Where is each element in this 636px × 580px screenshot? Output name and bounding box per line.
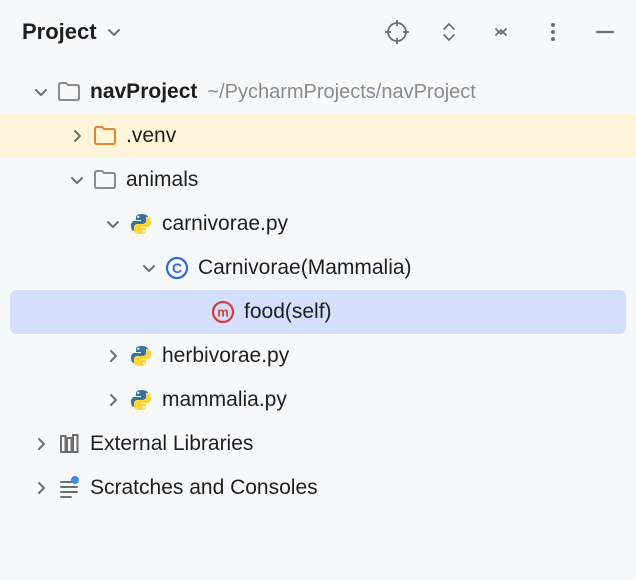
- select-opened-file-button[interactable]: [384, 19, 410, 45]
- options-button[interactable]: [540, 19, 566, 45]
- tree-node-external-libraries[interactable]: External Libraries: [0, 422, 636, 466]
- node-label: mammalia.py: [162, 388, 287, 412]
- view-selector[interactable]: Project: [22, 19, 129, 45]
- chevron-right-icon[interactable]: [66, 125, 88, 147]
- view-title: Project: [22, 19, 97, 45]
- path-hint: ~/PycharmProjects/navProject: [207, 81, 475, 104]
- scratches-icon: [56, 475, 82, 501]
- project-tree[interactable]: navProject ~/PycharmProjects/navProject …: [0, 64, 636, 520]
- node-label: herbivorae.py: [162, 344, 289, 368]
- node-label: navProject: [90, 80, 197, 104]
- tree-node-food-method[interactable]: food(self): [10, 290, 626, 334]
- tree-node-herbivorae-py[interactable]: herbivorae.py: [0, 334, 636, 378]
- node-label: Scratches and Consoles: [90, 476, 318, 500]
- method-icon: [210, 299, 236, 325]
- chevron-right-icon[interactable]: [102, 345, 124, 367]
- chevron-down-icon: [103, 21, 125, 43]
- chevron-down-icon[interactable]: [138, 257, 160, 279]
- chevron-right-icon[interactable]: [102, 389, 124, 411]
- toolbar: [384, 19, 618, 45]
- node-label: carnivorae.py: [162, 212, 288, 236]
- chevron-down-icon[interactable]: [30, 81, 52, 103]
- folder-icon: [92, 123, 118, 149]
- node-label: External Libraries: [90, 432, 253, 456]
- chevron-right-icon[interactable]: [30, 433, 52, 455]
- library-icon: [56, 431, 82, 457]
- tree-node-scratches[interactable]: Scratches and Consoles: [0, 466, 636, 510]
- tree-node-animals[interactable]: animals: [0, 158, 636, 202]
- chevron-right-icon[interactable]: [30, 477, 52, 499]
- tree-node-project-root[interactable]: navProject ~/PycharmProjects/navProject: [0, 70, 636, 114]
- python-file-icon: [128, 387, 154, 413]
- tree-node-carnivorae-py[interactable]: carnivorae.py: [0, 202, 636, 246]
- tree-node-mammalia-py[interactable]: mammalia.py: [0, 378, 636, 422]
- node-label: Carnivorae(Mammalia): [198, 256, 412, 280]
- chevron-down-icon[interactable]: [66, 169, 88, 191]
- tool-window-header: Project: [0, 0, 636, 64]
- chevron-down-icon[interactable]: [102, 213, 124, 235]
- node-label: animals: [126, 168, 198, 192]
- node-label: .venv: [126, 124, 176, 148]
- tree-node-venv[interactable]: .venv: [0, 114, 636, 158]
- class-icon: [164, 255, 190, 281]
- folder-icon: [56, 79, 82, 105]
- python-file-icon: [128, 211, 154, 237]
- tree-node-carnivorae-class[interactable]: Carnivorae(Mammalia): [0, 246, 636, 290]
- expand-collapse-button[interactable]: [436, 19, 462, 45]
- folder-icon: [92, 167, 118, 193]
- minimize-button[interactable]: [592, 19, 618, 45]
- python-file-icon: [128, 343, 154, 369]
- project-tool-window: Project: [0, 0, 636, 580]
- hide-button[interactable]: [488, 19, 514, 45]
- node-label: food(self): [244, 300, 332, 324]
